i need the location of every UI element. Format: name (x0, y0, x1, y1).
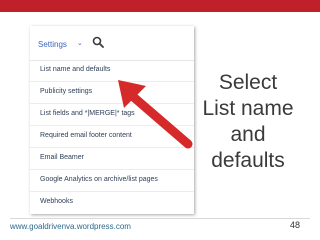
menu-item-label: Google Analytics on archive/list pages (40, 176, 158, 183)
menu-item-label: Webhooks (40, 198, 73, 205)
caption-line: defaults (211, 149, 285, 172)
page-number: 48 (290, 220, 301, 230)
slide-caption: Select List name and defaults (186, 70, 310, 174)
menu-item-label: Email Beamer (40, 154, 84, 161)
menu-item-email-beamer[interactable]: Email Beamer (30, 148, 194, 170)
search-icon[interactable] (92, 36, 104, 48)
caption-line: and (230, 123, 266, 146)
chevron-down-icon[interactable]: ⌄ (77, 39, 83, 47)
red-pointer-arrow-icon (118, 80, 193, 149)
caption-line: Select (218, 71, 278, 94)
menu-header: Settings ⌄ (30, 26, 194, 61)
caption-line: List name (202, 97, 294, 120)
slide: Settings ⌄ List name and defaults Public… (0, 0, 320, 240)
menu-item-webhooks[interactable]: Webhooks (30, 192, 194, 214)
footer-divider (10, 218, 310, 219)
menu-item-label: List name and defaults (40, 66, 111, 73)
settings-menu-button[interactable]: Settings (38, 40, 67, 49)
menu-item-label: Publicity settings (40, 88, 93, 95)
menu-item-google-analytics[interactable]: Google Analytics on archive/list pages (30, 170, 194, 192)
settings-menu-screenshot: Settings ⌄ List name and defaults Public… (30, 26, 194, 214)
top-accent-bar (0, 0, 320, 12)
footer-url: www.goaldrivenva.wordpress.com (10, 222, 131, 231)
